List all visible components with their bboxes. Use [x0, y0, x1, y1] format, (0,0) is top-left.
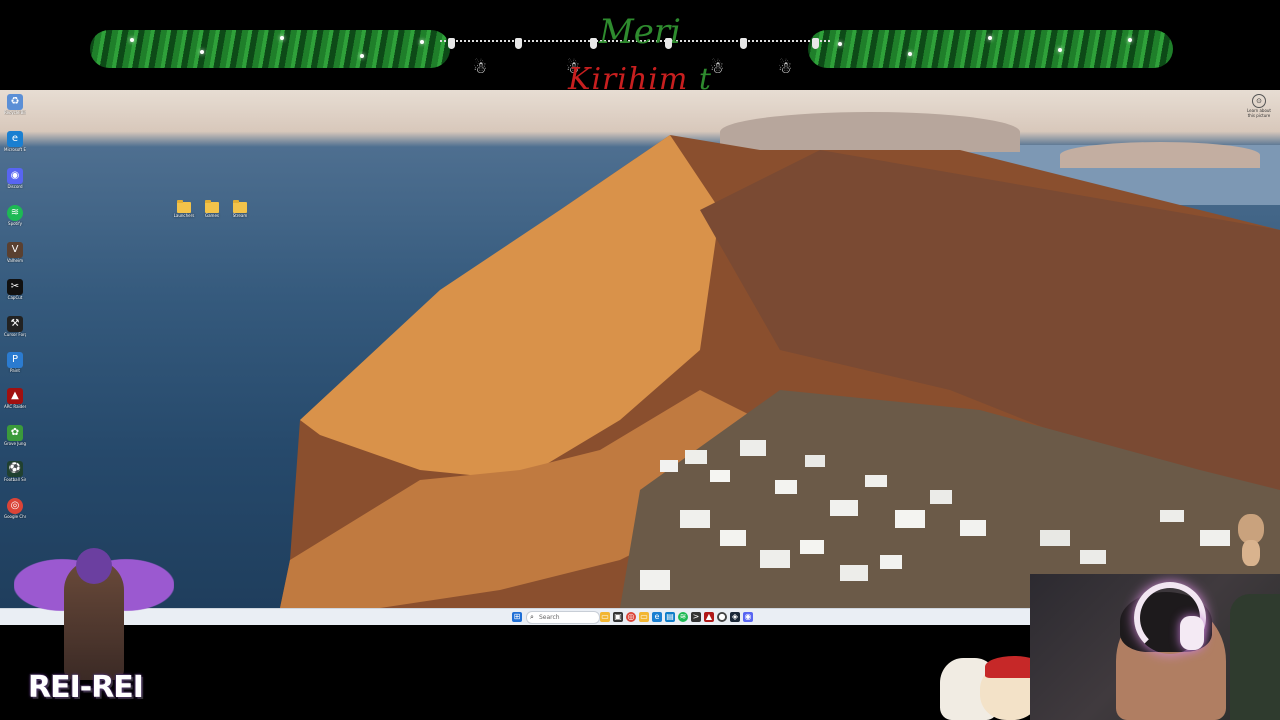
desktop-icon-forge[interactable]: ⚒ Cursor Forge: [4, 316, 26, 337]
recycle-bin-icon: ♻: [7, 94, 23, 110]
steam-taskbar-icon[interactable]: ◈: [730, 612, 740, 622]
desktop-icon-football[interactable]: ⚽ Football Simulator 2: [4, 461, 26, 482]
store-taskbar-icon[interactable]: ▤: [665, 612, 675, 622]
desktop-icon-label: Valheim: [7, 258, 23, 263]
folder-label: Stream: [232, 213, 248, 218]
taskview-icon[interactable]: ▣: [613, 612, 623, 622]
desktop-icon-chrome[interactable]: ◎ Google Chrome: [4, 498, 26, 519]
camera-icon: ⊙: [1252, 94, 1266, 108]
logo-hood: [76, 548, 112, 584]
desktop-icon-valheim[interactable]: V Valheim: [4, 242, 26, 263]
streamer-logo: REI-REI: [4, 540, 184, 716]
desktop[interactable]: ♻ Recycle Bin e Microsoft Edge ◉ Discord…: [0, 90, 1280, 608]
desktop-icon-label: Grove Jungle: [4, 441, 26, 446]
desktop-icon-label: Spotify: [8, 221, 22, 226]
desktop-folder-launchers[interactable]: Launchers: [171, 200, 197, 219]
headset-earcup: [1180, 616, 1204, 650]
arc-taskbar-icon[interactable]: ▲: [704, 612, 714, 622]
desktop-icon-spotify[interactable]: ≋ Spotify: [4, 205, 26, 226]
desktop-icon-label: ARC Raiders: [4, 404, 26, 409]
capcut-icon: ✂: [7, 279, 23, 295]
desktop-icon-label: Cursor Forge: [4, 332, 26, 337]
chrome-taskbar-icon[interactable]: ◎: [626, 612, 636, 622]
valheim-icon: V: [7, 242, 23, 258]
background-plant: [1230, 594, 1280, 720]
desktop-icon-label: CapCut: [7, 295, 23, 300]
desktop-folder-games[interactable]: Games: [199, 200, 225, 219]
logo-text: REI-REI: [28, 670, 144, 705]
learn-about-picture-widget[interactable]: ⊙ Learn about this picture: [1244, 94, 1274, 118]
webcam-feed: [1030, 574, 1280, 720]
desktop-icon-label: Recycle Bin: [4, 110, 26, 115]
desktop-folder-stream[interactable]: Stream: [227, 200, 253, 219]
banner-title-top: Meri: [598, 12, 682, 52]
discord-icon: ◉: [7, 168, 23, 184]
file-explorer-icon[interactable]: ▭: [600, 612, 610, 622]
desktop-icon-label: Paint: [10, 368, 20, 373]
desktop-icon-label: Google Chrome: [4, 514, 26, 519]
taskbar-search[interactable]: ⌕ Search: [526, 611, 600, 624]
desktop-icon-discord[interactable]: ◉ Discord: [4, 168, 26, 189]
desktop-icon-label: Microsoft Edge: [4, 147, 26, 152]
search-placeholder: Search: [539, 614, 560, 621]
folder-icon: [177, 200, 191, 213]
desktop-icon-edge[interactable]: e Microsoft Edge: [4, 131, 26, 152]
start-button[interactable]: ⊞: [512, 612, 522, 622]
forge-icon: ⚒: [7, 316, 23, 332]
spotify-icon: ≋: [7, 205, 23, 221]
football-icon: ⚽: [7, 461, 23, 477]
desktop-icon-label: Discord: [7, 184, 23, 189]
desktop-icon-arc-raiders[interactable]: ▲ ARC Raiders: [4, 388, 26, 409]
grove-icon: ✿: [7, 425, 23, 441]
edge-icon: e: [7, 131, 23, 147]
arc-raiders-icon: ▲: [7, 388, 23, 404]
folder-label: Games: [205, 213, 219, 218]
stream-banner: ☃ ☃ ☃ ☃ Meri Kirihim t: [0, 0, 1280, 97]
desktop-icon-paint[interactable]: P Paint: [4, 352, 26, 373]
terminal-taskbar-icon[interactable]: >: [691, 612, 701, 622]
edge-taskbar-icon[interactable]: e: [652, 612, 662, 622]
folder-taskbar-icon[interactable]: ▭: [639, 612, 649, 622]
reindeer-decoration: [1230, 500, 1270, 570]
desktop-icon-recycle-bin[interactable]: ♻ Recycle Bin: [4, 94, 26, 115]
discord-taskbar-icon[interactable]: ◉: [743, 612, 753, 622]
spotify-taskbar-icon[interactable]: ≋: [678, 612, 688, 622]
widget-label: Learn about this picture: [1247, 108, 1271, 118]
folder-icon: [233, 200, 247, 213]
folder-label: Launchers: [173, 213, 195, 218]
search-icon: ⌕: [530, 613, 534, 621]
desktop-icon-capcut[interactable]: ✂ CapCut: [4, 279, 26, 300]
paint-icon: P: [7, 352, 23, 368]
desktop-icon-label: Football Simulator 2: [4, 477, 26, 482]
folder-icon: [205, 200, 219, 213]
chrome-icon: ◎: [7, 498, 23, 514]
desktop-icon-grove[interactable]: ✿ Grove Jungle: [4, 425, 26, 446]
obs-taskbar-icon[interactable]: ●: [717, 612, 727, 622]
